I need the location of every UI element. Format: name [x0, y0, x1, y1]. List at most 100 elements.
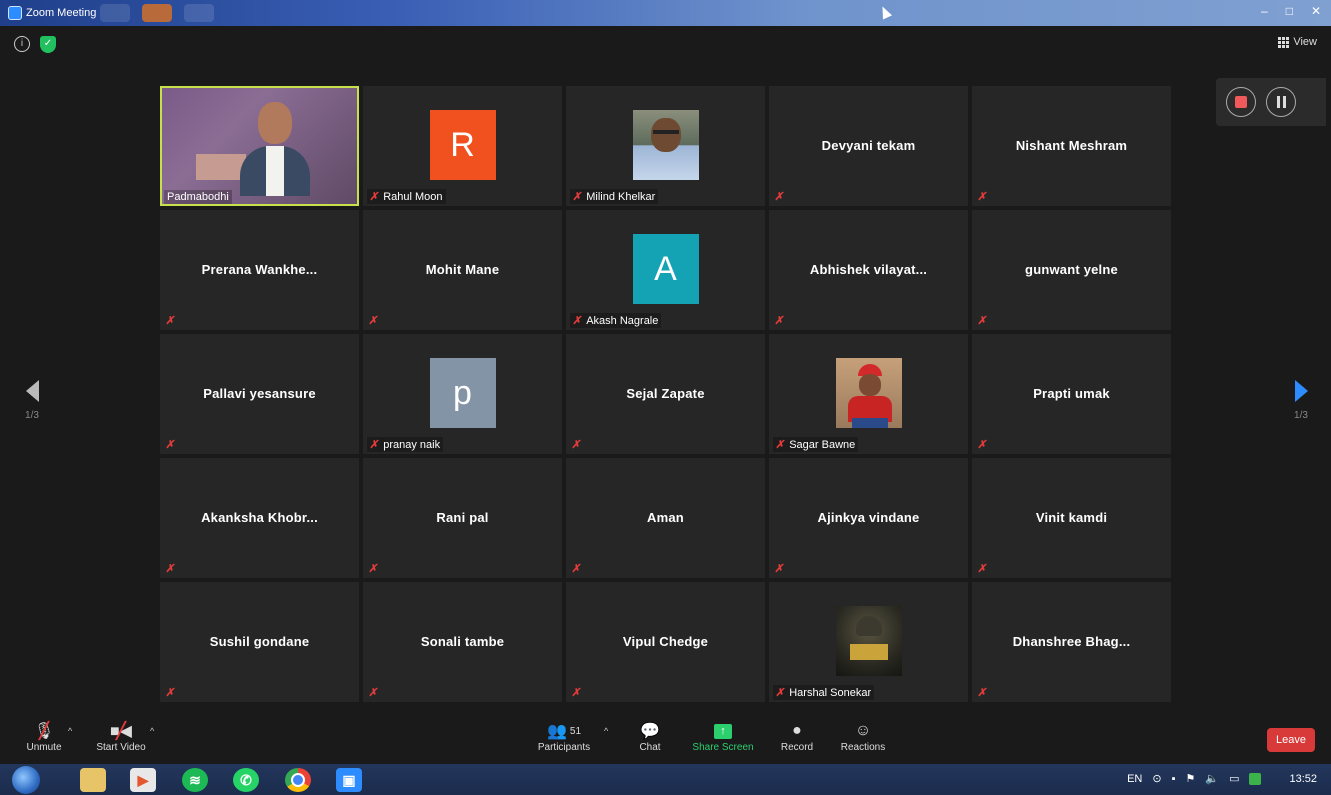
previous-page-button[interactable]: 1/3 — [20, 380, 44, 421]
participant-name: Vipul Chedge — [622, 634, 709, 649]
window-controls: – □ ✕ — [1261, 4, 1321, 18]
participant-name: Prapti umak — [1033, 386, 1110, 401]
participant-tile[interactable]: Devyani tekam ✗ — [769, 86, 968, 206]
security-shield-icon[interactable]: ✓ — [40, 36, 56, 53]
start-video-button[interactable]: ■◀ ╱ Start Video — [94, 720, 148, 753]
participants-options-chevron-icon[interactable]: ^ — [604, 726, 608, 736]
participant-tile[interactable]: R ✗ Rahul Moon — [363, 86, 562, 206]
participant-tile[interactable]: Vinit kamdi ✗ — [972, 458, 1171, 578]
system-tray: EN ⊙ ▪ ⚑ 🔈 ▭ 13:52 — [1127, 772, 1317, 785]
muted-mic-icon: ✗ — [976, 563, 989, 575]
share-screen-icon: ↑ — [692, 720, 754, 742]
participant-tile[interactable]: Prapti umak ✗ — [972, 334, 1171, 454]
muted-mic-icon: ✗ — [774, 687, 787, 699]
participant-tile[interactable]: A ✗ Akash Nagrale — [566, 210, 765, 330]
participant-tile[interactable]: Dhanshree Bhag... ✗ — [972, 582, 1171, 702]
unmute-button[interactable]: 🎙 ╱ Unmute — [22, 720, 66, 753]
audio-options-chevron-icon[interactable]: ^ — [68, 726, 72, 736]
muted-mic-icon: ✗ — [570, 687, 583, 699]
maximize-icon[interactable]: □ — [1286, 4, 1293, 18]
video-options-chevron-icon[interactable]: ^ — [150, 726, 154, 736]
participant-tile[interactable]: Sejal Zapate ✗ — [566, 334, 765, 454]
participant-tile[interactable]: Ajinkya vindane ✗ — [769, 458, 968, 578]
flag-icon[interactable]: ⚑ — [1185, 772, 1195, 785]
participant-name-label: ✗ Milind Khelkar — [570, 189, 659, 204]
participant-name: Sushil gondane — [209, 634, 310, 649]
pause-icon — [1276, 96, 1286, 108]
record-label: Record — [780, 742, 814, 753]
participant-tile[interactable]: Nishant Meshram ✗ — [972, 86, 1171, 206]
close-icon[interactable]: ✕ — [1311, 4, 1321, 18]
leave-button[interactable]: Leave — [1267, 728, 1315, 752]
network-icon[interactable]: ▪ — [1172, 773, 1176, 785]
file-explorer-icon[interactable] — [80, 768, 106, 792]
participant-name-label: Padmabodhi — [164, 190, 232, 204]
pause-recording-button[interactable] — [1266, 87, 1296, 117]
meeting-toolbar: 🎙 ╱ Unmute ^ ■◀ ╱ Start Video ^ 👥 51 Partic… — [0, 716, 1331, 764]
participant-name: Dhanshree Bhag... — [1012, 634, 1131, 649]
record-button[interactable]: ● Record — [778, 720, 816, 753]
meeting-top-bar: i ✓ View — [0, 28, 1331, 62]
participant-tile[interactable]: Pallavi yesansure ✗ — [160, 334, 359, 454]
speaker-icon[interactable]: 🔈 — [1205, 772, 1219, 785]
participant-tile[interactable]: Padmabodhi — [160, 86, 359, 206]
stop-recording-button[interactable] — [1226, 87, 1256, 117]
muted-mic-icon: ✗ — [164, 315, 177, 327]
minimize-icon[interactable]: – — [1261, 4, 1268, 18]
muted-mic-icon: ✗ — [570, 439, 583, 451]
view-button[interactable]: View — [1278, 36, 1317, 48]
participant-person — [240, 102, 310, 196]
gallery-grid: Padmabodhi R ✗ Rahul Moon ✗ Milind Khelkar Dev… — [160, 86, 1173, 702]
participant-tile[interactable]: Sushil gondane ✗ — [160, 582, 359, 702]
participant-name-label: ✗ Rahul Moon — [367, 189, 446, 204]
participant-photo — [632, 110, 699, 180]
participant-tile[interactable]: Sonali tambe ✗ — [363, 582, 562, 702]
participant-tile[interactable]: Akanksha Khobr... ✗ — [160, 458, 359, 578]
participant-name: Mohit Mane — [425, 262, 500, 277]
participant-tile[interactable]: Aman ✗ — [566, 458, 765, 578]
app-tray-icon[interactable] — [1249, 772, 1262, 785]
chat-icon: 💬 — [640, 723, 660, 740]
participant-tile[interactable]: Prerana Wankhe... ✗ — [160, 210, 359, 330]
participant-name: Rani pal — [436, 510, 489, 525]
clock: 13:52 — [1289, 772, 1317, 785]
participants-icon: 👥 51 — [546, 723, 582, 740]
chat-label: Chat — [639, 742, 661, 753]
participant-tile[interactable]: Mohit Mane ✗ — [363, 210, 562, 330]
chrome-icon[interactable] — [285, 768, 311, 792]
participant-avatar: A — [632, 234, 699, 304]
page-indicator-right: 1/3 — [1294, 410, 1308, 421]
participant-tile[interactable]: ✗ Milind Khelkar — [566, 86, 765, 206]
start-video-label: Start Video — [96, 742, 146, 753]
participant-tile[interactable]: Abhishek vilayat... ✗ — [769, 210, 968, 330]
participants-count: 51 — [569, 725, 582, 737]
spotify-icon[interactable]: ≋ — [182, 768, 208, 792]
participant-tile[interactable]: ✗ Sagar Bawne — [769, 334, 968, 454]
media-player-icon[interactable]: ▶ — [130, 768, 156, 792]
participant-tile[interactable]: Rani pal ✗ — [363, 458, 562, 578]
info-icon[interactable]: i — [14, 36, 30, 52]
unmute-label: Unmute — [26, 742, 62, 753]
start-button[interactable] — [12, 766, 40, 794]
participants-button[interactable]: 👥 51 Participants — [536, 720, 592, 753]
battery-icon[interactable]: ▭ — [1229, 772, 1239, 785]
participant-name: Sejal Zapate — [626, 386, 705, 401]
muted-mic-icon: ✗ — [773, 563, 786, 575]
tray-arrow-icon[interactable]: ⊙ — [1152, 772, 1161, 785]
reactions-button[interactable]: ☺ Reactions — [838, 720, 888, 753]
participant-name: Akanksha Khobr... — [201, 510, 318, 525]
share-screen-button[interactable]: ↑ Share Screen — [692, 720, 754, 753]
language-indicator[interactable]: EN — [1127, 773, 1142, 785]
zoom-taskbar-icon[interactable]: ▣ — [336, 768, 362, 792]
participant-tile[interactable]: p ✗ pranay naik — [363, 334, 562, 454]
participant-tile[interactable]: Vipul Chedge ✗ — [566, 582, 765, 702]
muted-mic-icon: ✗ — [368, 439, 381, 451]
participant-tile[interactable]: gunwant yelne ✗ — [972, 210, 1171, 330]
window-title: Zoom Meeting — [26, 7, 97, 19]
chat-button[interactable]: 💬 Chat — [634, 720, 666, 753]
microphone-muted-icon: 🎙 ╱ — [33, 723, 55, 740]
participant-tile[interactable]: ✗ Harshal Sonekar — [769, 582, 968, 702]
muted-mic-icon: ✗ — [571, 191, 584, 203]
whatsapp-icon[interactable]: ✆ — [233, 768, 259, 792]
next-page-button[interactable]: 1/3 — [1289, 380, 1313, 421]
